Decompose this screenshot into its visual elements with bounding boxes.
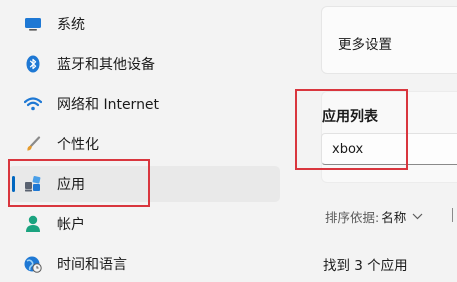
highlight-box-app-list bbox=[295, 89, 408, 170]
brush-icon bbox=[24, 135, 42, 153]
sidebar-item-label: 蓝牙和其他设备 bbox=[57, 57, 155, 73]
sidebar-item-network[interactable]: 网络和 Internet bbox=[8, 86, 280, 122]
sort-label: 排序依据: bbox=[325, 210, 380, 225]
bluetooth-icon bbox=[24, 55, 42, 73]
sort-value: 名称 bbox=[381, 210, 407, 225]
more-settings-card[interactable]: 更多设置 bbox=[321, 6, 457, 74]
more-settings-label: 更多设置 bbox=[338, 37, 392, 53]
sidebar-item-accounts[interactable]: 帐户 bbox=[8, 206, 280, 242]
sidebar-item-label: 时间和语言 bbox=[57, 257, 127, 273]
highlight-box-apps bbox=[8, 159, 150, 207]
sidebar-item-system[interactable]: 系统 bbox=[8, 6, 280, 42]
sidebar-item-personalization[interactable]: 个性化 bbox=[8, 126, 280, 162]
person-icon bbox=[24, 215, 42, 233]
sidebar-item-label: 帐户 bbox=[57, 217, 85, 233]
sidebar-item-bluetooth[interactable]: 蓝牙和其他设备 bbox=[8, 46, 280, 82]
monitor-icon bbox=[24, 15, 42, 33]
sidebar-item-label: 个性化 bbox=[57, 137, 99, 153]
sidebar-item-time-language[interactable]: 时间和语言 bbox=[8, 246, 280, 282]
sidebar-item-label: 系统 bbox=[57, 17, 85, 33]
sort-control[interactable]: 排序依据: 名称 bbox=[325, 207, 423, 226]
filter-icon[interactable] bbox=[452, 208, 457, 222]
sidebar-item-label: 网络和 Internet bbox=[57, 97, 160, 113]
found-count: 找到 3 个应用 bbox=[323, 258, 408, 274]
wifi-icon bbox=[24, 95, 42, 113]
chevron-down-icon bbox=[412, 213, 423, 220]
globe-clock-icon bbox=[24, 255, 42, 273]
